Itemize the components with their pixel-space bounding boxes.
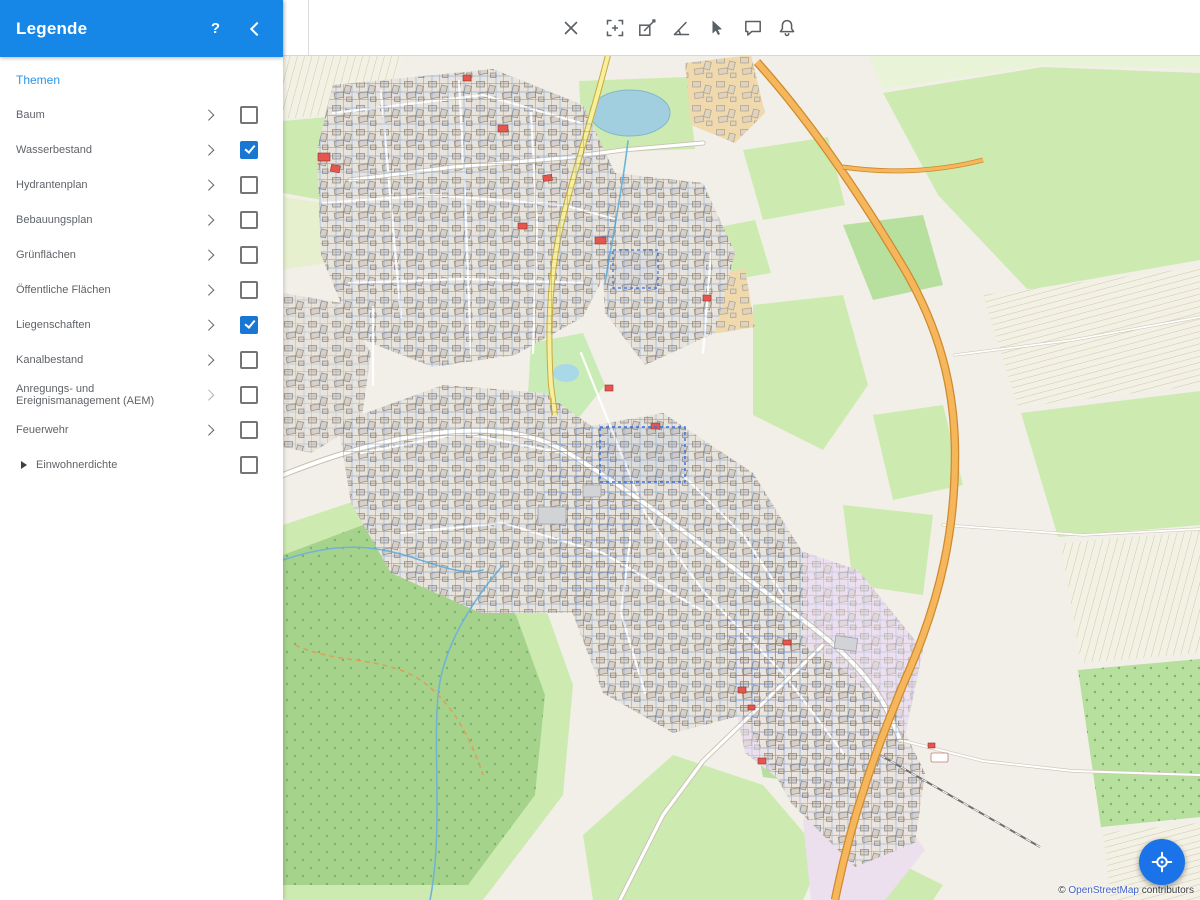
chevron-right-icon[interactable]: [203, 354, 214, 365]
legend-panel: Legende ? Themen Baum Wasserbestand Hydr…: [0, 0, 283, 900]
layer-checkbox[interactable]: [240, 351, 258, 369]
chevron-right-icon[interactable]: [203, 424, 214, 435]
layer-checkbox[interactable]: [240, 211, 258, 229]
layer-item-gruenflaechen[interactable]: Grünflächen: [0, 237, 283, 272]
layer-item-aem[interactable]: Anregungs- und Ereignismanagement (AEM): [0, 377, 283, 412]
chevron-right-icon[interactable]: [203, 179, 214, 190]
locate-me-button[interactable]: [1139, 839, 1185, 885]
map-attribution: © OpenStreetMap contributors: [1058, 885, 1194, 896]
chevron-right-icon[interactable]: [203, 284, 214, 295]
layer-label: Bebauungsplan: [16, 214, 205, 226]
layer-checkbox[interactable]: [240, 456, 258, 474]
layer-item-bebauungsplan[interactable]: Bebauungsplan: [0, 202, 283, 237]
map-toolbar: [283, 0, 1200, 56]
layer-item-liegenschaften[interactable]: Liegenschaften: [0, 307, 283, 342]
layer-item-baum[interactable]: Baum: [0, 97, 283, 132]
layer-label: Kanalbestand: [16, 354, 205, 366]
chevron-right-icon[interactable]: [203, 214, 214, 225]
layer-item-hydrantenplan[interactable]: Hydrantenplan: [0, 167, 283, 202]
layer-label: Baum: [16, 109, 205, 121]
comments-icon[interactable]: [738, 13, 768, 43]
layer-checkbox[interactable]: [240, 106, 258, 124]
chevron-right-icon[interactable]: [203, 319, 214, 330]
close-icon[interactable]: [556, 13, 586, 43]
osm-attribution-link[interactable]: OpenStreetMap: [1068, 885, 1139, 896]
crosshair-locate-icon: [1149, 849, 1175, 875]
chevron-right-icon[interactable]: [203, 249, 214, 260]
toolbar-divider: [308, 0, 309, 55]
select-cursor-icon[interactable]: [701, 13, 731, 43]
zoom-to-selection-icon[interactable]: [600, 13, 630, 43]
layer-checkbox[interactable]: [240, 386, 258, 404]
layer-label: Hydrantenplan: [16, 179, 205, 191]
layer-checkbox[interactable]: [240, 316, 258, 334]
layer-label: Wasserbestand: [16, 144, 205, 156]
chevron-right-icon[interactable]: [203, 109, 214, 120]
layer-list: Baum Wasserbestand Hydrantenplan Bebauun…: [0, 93, 283, 483]
layer-label: Feuerwehr: [16, 424, 205, 436]
layer-label: Liegenschaften: [16, 319, 205, 331]
layer-label: Grünflächen: [16, 249, 205, 261]
map-canvas[interactable]: © OpenStreetMap contributors: [283, 55, 1200, 900]
help-icon[interactable]: ?: [211, 20, 220, 37]
measure-angle-icon[interactable]: [666, 13, 696, 43]
layer-checkbox[interactable]: [240, 176, 258, 194]
notifications-bell-icon[interactable]: [772, 13, 802, 43]
legend-title: Legende: [16, 19, 211, 39]
layer-checkbox[interactable]: [240, 421, 258, 439]
layer-item-wasserbestand[interactable]: Wasserbestand: [0, 132, 283, 167]
tree-item-einwohnerdichte[interactable]: Einwohnerdichte: [0, 447, 283, 483]
layer-label: Einwohnerdichte: [36, 459, 240, 471]
layer-checkbox[interactable]: [240, 246, 258, 264]
layer-item-oeffentliche-flaechen[interactable]: Öffentliche Flächen: [0, 272, 283, 307]
layer-item-kanalbestand[interactable]: Kanalbestand: [0, 342, 283, 377]
expand-triangle-icon[interactable]: [21, 461, 27, 469]
chevron-right-icon[interactable]: [203, 389, 214, 400]
map-image: [283, 55, 1200, 900]
attribution-suffix: contributors: [1139, 885, 1194, 896]
layer-checkbox[interactable]: [240, 141, 258, 159]
app-window: © OpenStreetMap contributors Legende ? T…: [0, 0, 1200, 900]
legend-header: Legende ?: [0, 0, 283, 57]
layer-checkbox[interactable]: [240, 281, 258, 299]
themes-section-title: Themen: [0, 57, 283, 93]
layer-label: Öffentliche Flächen: [16, 284, 205, 296]
draw-rectangle-icon[interactable]: [632, 13, 662, 43]
layer-item-feuerwehr[interactable]: Feuerwehr: [0, 412, 283, 447]
layer-label: Anregungs- und Ereignismanagement (AEM): [16, 383, 205, 407]
collapse-panel-icon[interactable]: [250, 21, 264, 35]
chevron-right-icon[interactable]: [203, 144, 214, 155]
attribution-prefix: ©: [1058, 885, 1068, 896]
